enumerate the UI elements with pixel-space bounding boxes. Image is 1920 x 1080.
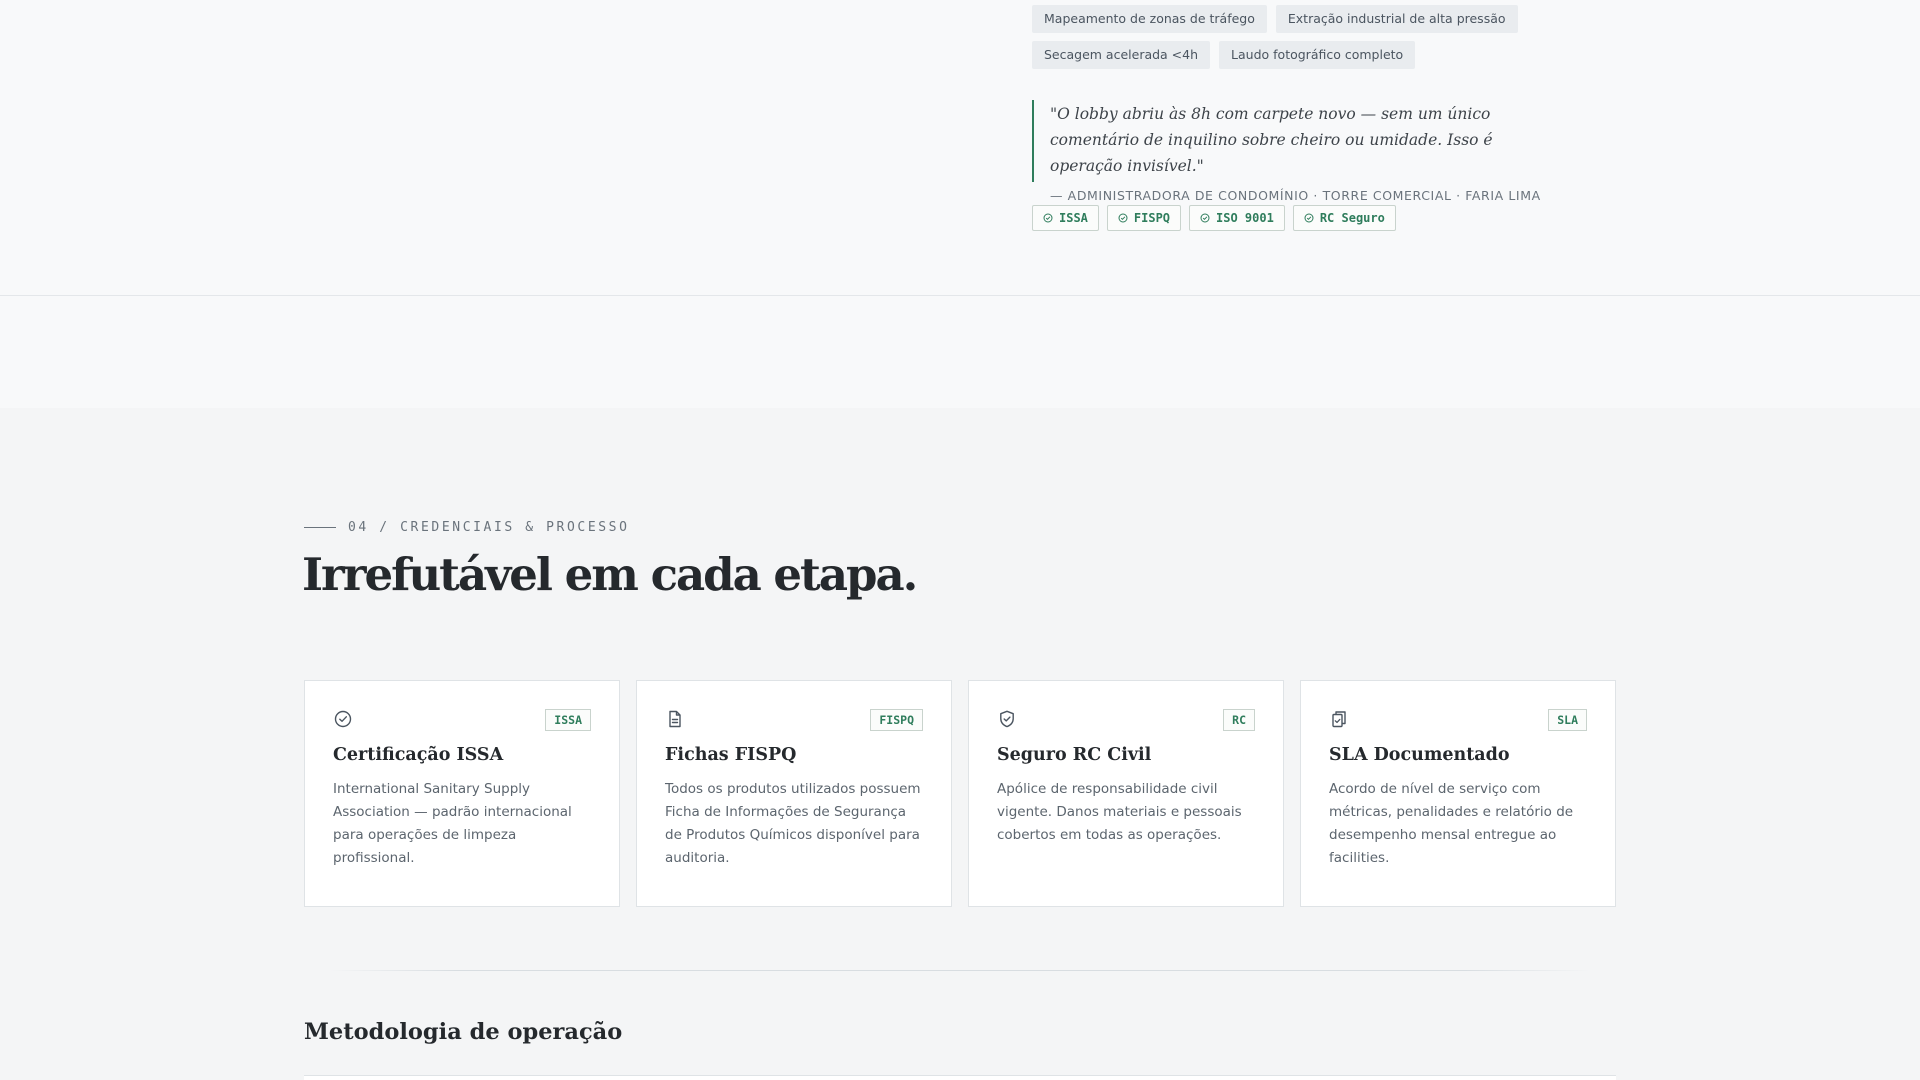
section-headline: Irrefutável em cada etapa. [302,548,918,601]
card-description: International Sanitary Supply Associatio… [333,781,572,866]
check-circle-icon [1200,213,1210,223]
check-circle-icon [1118,213,1128,223]
card-title: SLA Documentado [1329,745,1510,765]
quote-author: — ADMINISTRADORA DE CONDOMÍNIO · TORRE C… [1050,188,1541,203]
methodology-title: Metodologia de operação [304,1019,623,1045]
card-tag: SLA [1548,709,1587,731]
card-description: Todos os produtos utilizados possuem Fic… [665,781,921,866]
section-divider [330,970,1590,971]
credential-card-sla: SLA SLA Documentado Acordo de nível de s… [1300,680,1616,907]
credential-card-rc: RC Seguro RC Civil Apólice de responsabi… [968,680,1284,907]
section-eyebrow: 04 / CREDENCIAIS & PROCESSO [304,520,630,535]
feature-chips: Mapeamento de zonas de tráfego Extração … [1032,5,1552,77]
feature-chip: Extração industrial de alta pressão [1275,5,1518,33]
check-circle-icon [1043,213,1053,223]
credentials-cards: ISSA Certificação ISSA International San… [304,680,1616,907]
card-description: Acordo de nível de serviço com métricas,… [1329,781,1574,866]
badge-label: FISPQ [1133,211,1171,225]
certification-badge: RC Seguro [1292,205,1396,231]
card-title: Fichas FISPQ [665,745,797,765]
certification-badge: FISPQ [1106,205,1182,231]
shield-check-icon [997,709,1017,729]
card-tag: FISPQ [870,709,923,731]
certification-badge: ISSA [1032,205,1099,231]
methodology-cards-top [304,1075,1616,1080]
check-circle-icon [333,709,353,729]
certification-badge: ISO 9001 [1189,205,1285,231]
services-section: Mapeamento de zonas de tráfego Extração … [0,0,1920,296]
credential-card-issa: ISSA Certificação ISSA International San… [304,680,620,907]
card-tag: ISSA [545,709,591,731]
eyebrow-line [304,527,336,528]
check-circle-icon [1304,213,1314,223]
feature-chip: Mapeamento de zonas de tráfego [1032,5,1267,33]
badge-label: ISSA [1059,211,1088,225]
eyebrow-text: 04 / CREDENCIAIS & PROCESSO [348,520,630,535]
testimonial-quote: "O lobby abriu às 8h com carpete novo — … [1032,100,1552,203]
badge-label: ISO 9001 [1216,211,1274,225]
credential-card-fispq: FISPQ Fichas FISPQ Todos os produtos uti… [636,680,952,907]
feature-chip: Secagem acelerada <4h [1032,41,1211,69]
certification-badges: ISSA FISPQ ISO 9001 RC Seguro [1032,205,1396,231]
chip-row: Secagem acelerada <4h Laudo fotográfico … [1032,41,1552,69]
quote-text: "O lobby abriu às 8h com carpete novo — … [1050,105,1493,175]
section-spacer [0,296,1920,408]
card-title: Certificação ISSA [333,745,504,765]
feature-chip: Laudo fotográfico completo [1219,41,1416,69]
document-icon [665,709,685,729]
clipboard-copy-icon [1329,709,1349,729]
card-title: Seguro RC Civil [997,745,1152,765]
card-tag: RC [1223,709,1255,731]
card-description: Apólice de responsabilidade civil vigent… [997,781,1242,843]
chip-row: Mapeamento de zonas de tráfego Extração … [1032,5,1552,33]
badge-label: RC Seguro [1319,211,1385,225]
